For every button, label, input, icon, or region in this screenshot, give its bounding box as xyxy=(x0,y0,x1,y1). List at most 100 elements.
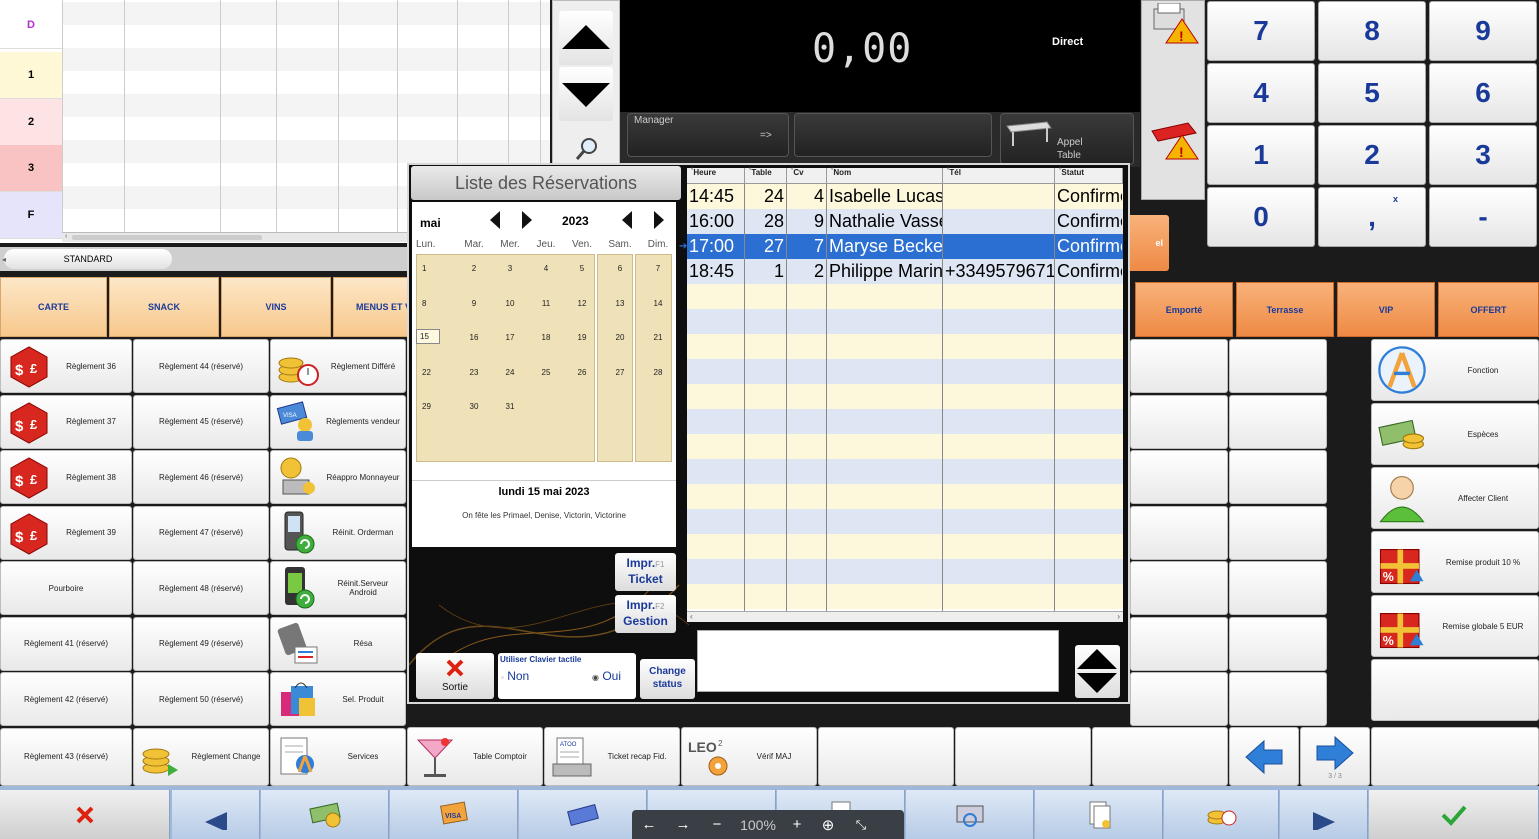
scroll-down-button[interactable] xyxy=(559,67,613,121)
toolbar-drawer-button[interactable] xyxy=(906,790,1034,839)
empty-function-button[interactable] xyxy=(1229,339,1327,393)
reservation-row[interactable]: 16:00 28 9Nathalie Vasseu Confirmé xyxy=(687,209,1123,234)
category-offert[interactable]: OFFERT xyxy=(1438,282,1539,337)
category-emporte[interactable]: Emporté xyxy=(1135,282,1233,337)
functions_col1-button-5[interactable]: Règlement 41 (réservé) xyxy=(0,616,132,671)
ticket-recap-fid-button[interactable]: ATOO Ticket recap Fid. xyxy=(544,727,680,786)
validate-button[interactable] xyxy=(1369,790,1539,839)
calendar-day[interactable]: 28 xyxy=(640,368,676,377)
empty-function-button[interactable] xyxy=(1130,450,1228,504)
calendar-day[interactable]: 17 xyxy=(492,333,528,342)
functions_col2-button-0[interactable]: Règlement 44 (réservé) xyxy=(133,339,269,393)
toolbar-prev-button[interactable] xyxy=(172,790,260,839)
impr-gestion-button[interactable]: Impr.F2 Gestion xyxy=(615,595,676,633)
cancel-button[interactable] xyxy=(0,790,170,839)
calendar-day[interactable]: 8 xyxy=(416,299,440,308)
calendar-day[interactable]: 3 xyxy=(492,264,528,273)
key-8[interactable]: 8 xyxy=(1318,1,1426,61)
empty-function-button[interactable] xyxy=(1229,505,1327,560)
key-7[interactable]: 7 xyxy=(1207,1,1315,61)
empty-function-button[interactable] xyxy=(1229,394,1327,449)
functions_col2-button-5[interactable]: Règlement 49 (réservé) xyxy=(133,616,269,671)
year-prev-icon[interactable] xyxy=(620,209,634,231)
list-scroll-button[interactable] xyxy=(1075,645,1120,698)
empty-function-button[interactable] xyxy=(1229,561,1327,615)
functions_col3-button-1[interactable]: VISA Règlements vendeur xyxy=(270,394,406,449)
column-header-tel[interactable]: °Tél xyxy=(943,168,1055,184)
functions_col2-button-1[interactable]: Règlement 45 (réservé) xyxy=(133,394,269,449)
table-hscrollbar[interactable]: ‹ › xyxy=(687,611,1123,622)
reservation-row[interactable]: 17:00 27 7Maryse Becker Confirmé xyxy=(687,234,1123,259)
key-4[interactable]: 4 xyxy=(1207,63,1315,123)
functions_col3-button-7[interactable]: Services xyxy=(270,727,406,786)
empty-function-button[interactable] xyxy=(1130,339,1228,393)
calendar-day[interactable]: 1 xyxy=(416,264,440,273)
radio-oui[interactable]: ◉ Oui xyxy=(592,669,621,683)
column-header-cv[interactable]: °Cv xyxy=(787,168,827,184)
year-next-icon[interactable] xyxy=(652,209,666,231)
appel-table-button[interactable]: Appel Table xyxy=(1000,113,1134,165)
key-3[interactable]: 3 xyxy=(1429,125,1537,185)
functions_col1-button-1[interactable]: $ £ Règlement 37 xyxy=(0,394,132,449)
back-arrow-icon[interactable]: ← xyxy=(632,816,666,833)
category-menus[interactable]: MENUS ET V xyxy=(333,277,408,337)
calendar-day[interactable]: 26 xyxy=(564,368,600,377)
key-2[interactable]: 2 xyxy=(1318,125,1426,185)
empty-manager-slot[interactable] xyxy=(794,113,992,157)
verif-maj-button[interactable]: LEO 2 Vérif MAJ xyxy=(681,727,817,786)
reservation-row[interactable]: 18:45 1 2 Philippe Marin +33495796712 Confirm… xyxy=(687,259,1123,284)
calendar-day[interactable]: 13 xyxy=(602,299,638,308)
row-tag-1[interactable]: 1 xyxy=(0,52,62,99)
forward-arrow-icon[interactable]: → xyxy=(666,816,700,833)
download-icon[interactable]: ⊕ xyxy=(812,816,844,834)
empty-button-b2[interactable] xyxy=(955,727,1091,786)
column-header-table[interactable]: °Table xyxy=(745,168,787,184)
calendar-day[interactable]: 5 xyxy=(564,264,600,273)
toolbar-cash-button[interactable] xyxy=(261,790,389,839)
functions_col1-button-6[interactable]: Règlement 42 (réservé) xyxy=(0,672,132,726)
calendar-day[interactable]: 19 xyxy=(564,333,600,342)
right-function-button-3[interactable]: % Remise produit 10 % xyxy=(1371,531,1539,593)
calendar-day[interactable]: 31 xyxy=(492,402,528,411)
functions_col1-button-0[interactable]: $ £ Règlement 36 xyxy=(0,339,132,393)
toolbar-next-button[interactable] xyxy=(1280,790,1368,839)
printer-warning-icon[interactable]: ! xyxy=(1148,3,1200,45)
key-9[interactable]: 9 xyxy=(1429,1,1537,61)
functions_col3-button-3[interactable]: Réinit. Orderman xyxy=(270,505,406,560)
row-tag-3[interactable]: 3 xyxy=(0,145,62,192)
calendar-day[interactable]: 22 xyxy=(416,368,440,377)
empty-function-button[interactable] xyxy=(1371,659,1539,721)
category-vins[interactable]: VINS xyxy=(221,277,331,337)
empty-function-button[interactable] xyxy=(1130,616,1228,671)
plan-standard-button[interactable]: STANDARD xyxy=(4,249,172,269)
calendar-day[interactable]: 16 xyxy=(456,333,492,342)
right-function-button-1[interactable]: Espèces xyxy=(1371,403,1539,465)
empty-function-button[interactable] xyxy=(1229,450,1327,504)
toolbar-docs-button[interactable] xyxy=(1035,790,1163,839)
right-function-button-2[interactable]: Affecter Client xyxy=(1371,467,1539,529)
empty-function-button[interactable] xyxy=(1130,561,1228,615)
row-tag-f[interactable]: F xyxy=(0,192,62,239)
impr-ticket-button[interactable]: Impr.F1 Ticket xyxy=(615,553,676,591)
month-prev-icon[interactable] xyxy=(488,209,502,231)
functions_col3-button-2[interactable]: Réappro Monnayeur xyxy=(270,450,406,504)
functions_col1-button-2[interactable]: $ £ Règlement 38 xyxy=(0,450,132,504)
calendar-day[interactable]: 25 xyxy=(528,368,564,377)
empty-function-button[interactable] xyxy=(1130,394,1228,449)
calendar-day[interactable]: 12 xyxy=(564,299,600,308)
change-status-button[interactable]: Change status xyxy=(640,659,695,699)
functions_col1-button-7[interactable]: Règlement 43 (réservé) xyxy=(0,727,132,786)
column-header-heure[interactable]: °Heure xyxy=(687,168,745,184)
sortie-button[interactable]: Sortie xyxy=(416,653,494,699)
category-vip[interactable]: VIP xyxy=(1337,282,1435,337)
calendar-day[interactable]: 27 xyxy=(602,368,638,377)
empty-function-button[interactable] xyxy=(1130,672,1228,726)
calendar-day[interactable]: 11 xyxy=(528,299,564,308)
functions_col2-button-2[interactable]: Règlement 46 (réservé) xyxy=(133,450,269,504)
category-carte[interactable]: CARTE xyxy=(0,277,107,337)
page-prev-button[interactable] xyxy=(1229,727,1299,786)
calendar-day[interactable]: 23 xyxy=(456,368,492,377)
calendar-day[interactable]: 29 xyxy=(416,402,440,411)
right-function-button-0[interactable]: Fonction xyxy=(1371,339,1539,401)
functions_col1-button-3[interactable]: $ £ Règlement 39 xyxy=(0,505,132,560)
